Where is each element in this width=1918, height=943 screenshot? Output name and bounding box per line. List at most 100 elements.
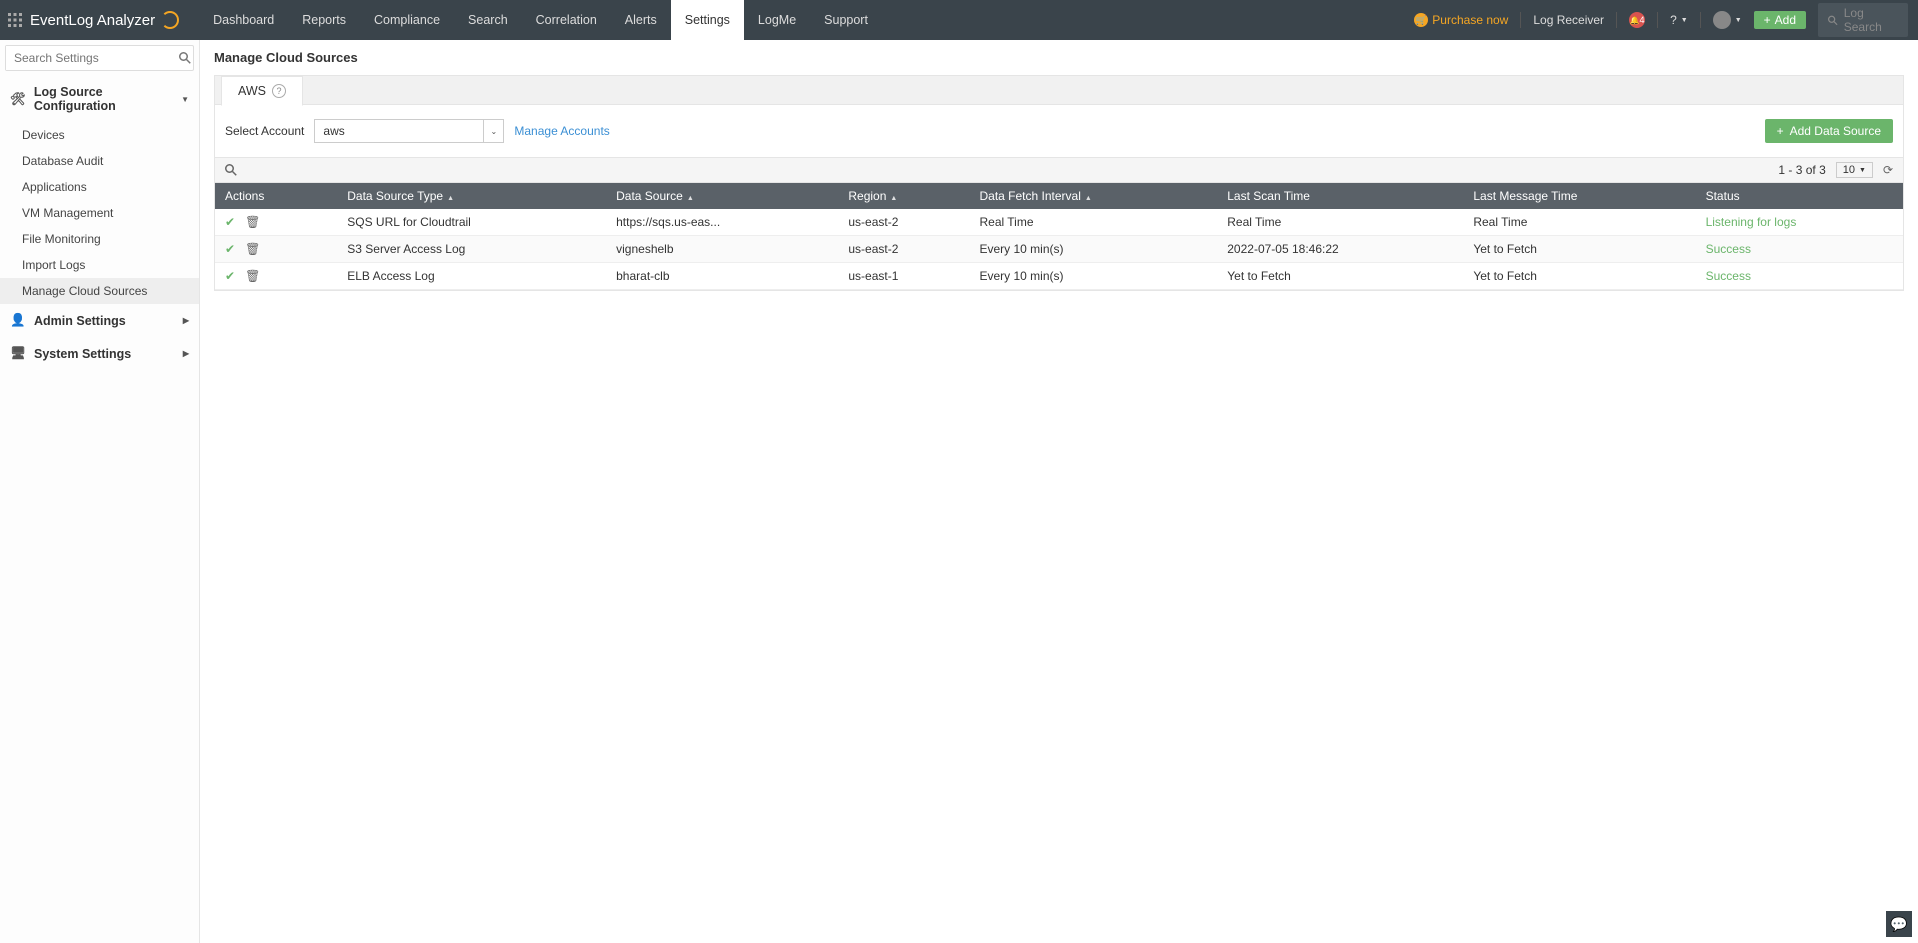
bell-icon: 🔔4 [1629, 12, 1645, 28]
col-status[interactable]: Status [1696, 183, 1903, 209]
account-select[interactable]: aws ⌄ [314, 119, 504, 143]
sidebar-item-manage-cloud-sources[interactable]: Manage Cloud Sources [0, 278, 199, 304]
cell-interval: Real Time [969, 209, 1217, 236]
sidebar-section-admin[interactable]: 👤 Admin Settings ▶ [0, 304, 199, 337]
tab-aws[interactable]: AWS ? [221, 76, 303, 106]
tabs-bar: AWS ? [215, 76, 1903, 105]
chat-fab-button[interactable]: 💬 [1886, 911, 1912, 937]
refresh-icon[interactable]: ⟳ [1883, 163, 1893, 177]
nav-item-compliance[interactable]: Compliance [360, 0, 454, 40]
search-icon [177, 46, 193, 70]
cell-interval: Every 10 min(s) [969, 236, 1217, 263]
col-data-fetch-interval[interactable]: Data Fetch Interval▲ [969, 183, 1217, 209]
table-row: ✔ 🗑 S3 Server Access Logvigneshelbus-east-… [215, 236, 1903, 263]
cell-status: Listening for logs [1696, 209, 1903, 236]
col-data-source[interactable]: Data Source▲ [606, 183, 838, 209]
sidebar-search[interactable] [5, 45, 194, 71]
sidebar-item-file-monitoring[interactable]: File Monitoring [0, 226, 199, 252]
divider [1700, 12, 1701, 28]
chevron-down-icon: ▼ [1735, 17, 1742, 24]
user-menu-button[interactable]: ▼ [1713, 11, 1742, 29]
cell-type: S3 Server Access Log [337, 236, 606, 263]
nav-item-settings[interactable]: Settings [671, 0, 744, 40]
enable-icon[interactable]: ✔ [225, 269, 235, 283]
log-receiver-link[interactable]: Log Receiver [1533, 13, 1604, 27]
cell-type: SQS URL for Cloudtrail [337, 209, 606, 236]
sort-icon: ▲ [1085, 195, 1092, 202]
nav-item-search[interactable]: Search [454, 0, 522, 40]
log-search-button[interactable]: Log Search [1818, 3, 1908, 37]
page-size-value: 10 [1843, 164, 1855, 176]
nav-item-alerts[interactable]: Alerts [611, 0, 671, 40]
cell-region: us-east-1 [838, 263, 969, 290]
page-size-select[interactable]: 10 ▼ [1836, 162, 1873, 178]
admin-icon: 👤 [10, 313, 26, 328]
delete-icon[interactable]: 🗑 [245, 242, 260, 256]
sidebar-item-devices[interactable]: Devices [0, 122, 199, 148]
cell-last-msg: Yet to Fetch [1463, 263, 1695, 290]
delete-icon[interactable]: 🗑 [245, 269, 260, 283]
wrench-icon: 🛠 [10, 92, 26, 107]
col-actions: Actions [215, 183, 337, 209]
tab-label: AWS [238, 84, 266, 98]
divider [1616, 12, 1617, 28]
search-icon [1828, 15, 1838, 26]
nav-item-support[interactable]: Support [810, 0, 882, 40]
enable-icon[interactable]: ✔ [225, 215, 235, 229]
table-toolbar: 1 - 3 of 3 10 ▼ ⟳ [215, 157, 1903, 183]
section-label: Admin Settings [34, 314, 126, 328]
col-last-message-time[interactable]: Last Message Time [1463, 183, 1695, 209]
sidebar-item-database-audit[interactable]: Database Audit [0, 148, 199, 174]
col-region[interactable]: Region▲ [838, 183, 969, 209]
sort-icon: ▲ [890, 195, 897, 202]
chevron-right-icon: ▶ [183, 316, 189, 325]
chevron-down-icon: ▼ [1681, 17, 1688, 24]
sidebar-section-system[interactable]: 🖥 System Settings ▶ [0, 337, 199, 370]
help-button[interactable]: ?▼ [1670, 13, 1688, 27]
apps-grid-icon[interactable] [0, 13, 30, 27]
data-sources-table: ActionsData Source Type▲Data Source▲Regi… [215, 183, 1903, 290]
nav-item-correlation[interactable]: Correlation [522, 0, 611, 40]
col-data-source-type[interactable]: Data Source Type▲ [337, 183, 606, 209]
col-last-scan-time[interactable]: Last Scan Time [1217, 183, 1463, 209]
pagination-label: 1 - 3 of 3 [1778, 163, 1825, 177]
divider [1520, 12, 1521, 28]
cell-region: us-east-2 [838, 209, 969, 236]
sidebar-item-applications[interactable]: Applications [0, 174, 199, 200]
search-icon[interactable] [225, 164, 237, 176]
cell-source: https://sqs.us-eas... [606, 209, 838, 236]
cell-status: Success [1696, 236, 1903, 263]
cell-type: ELB Access Log [337, 263, 606, 290]
nav-item-logme[interactable]: LogMe [744, 0, 810, 40]
sidebar-item-vm-management[interactable]: VM Management [0, 200, 199, 226]
notifications-button[interactable]: 🔔4 [1629, 12, 1645, 28]
add-data-source-button[interactable]: + Add Data Source [1765, 119, 1893, 143]
sidebar-item-import-logs[interactable]: Import Logs [0, 252, 199, 278]
table-row: ✔🗑ELB Access Logbharat-clbus-east-1Every… [215, 263, 1903, 290]
nav-item-reports[interactable]: Reports [288, 0, 360, 40]
help-icon[interactable]: ? [272, 84, 286, 98]
sort-icon: ▲ [447, 195, 454, 202]
main-nav: DashboardReportsComplianceSearchCorrelat… [199, 0, 882, 40]
cell-last-scan: 2022-07-05 18:46:22 [1217, 236, 1463, 263]
user-icon [1713, 11, 1731, 29]
cart-icon: 🛒 [1414, 13, 1428, 27]
nav-item-dashboard[interactable]: Dashboard [199, 0, 288, 40]
account-selected-value: aws [315, 124, 483, 138]
sidebar-section-log-source[interactable]: 🛠 Log Source Configuration ▼ [0, 76, 199, 122]
cell-last-msg: Real Time [1463, 209, 1695, 236]
sidebar-search-input[interactable] [6, 46, 177, 70]
delete-icon[interactable]: 🗑 [245, 215, 260, 229]
cell-region: us-east-2 [838, 236, 969, 263]
cloud-sources-panel: AWS ? Select Account aws ⌄ Manage Accoun… [214, 75, 1904, 291]
log-search-label: Log Search [1844, 6, 1898, 34]
manage-accounts-link[interactable]: Manage Accounts [514, 124, 609, 138]
cell-source: vigneshelb [606, 236, 838, 263]
add-button[interactable]: +Add [1754, 11, 1806, 29]
monitor-icon: 🖥 [10, 346, 26, 361]
purchase-now-link[interactable]: 🛒 Purchase now [1414, 13, 1508, 27]
enable-icon[interactable]: ✔ [225, 242, 235, 256]
cell-source: bharat-clb [606, 263, 838, 290]
chevron-down-icon: ⌄ [483, 120, 503, 142]
sort-icon: ▲ [687, 195, 694, 202]
